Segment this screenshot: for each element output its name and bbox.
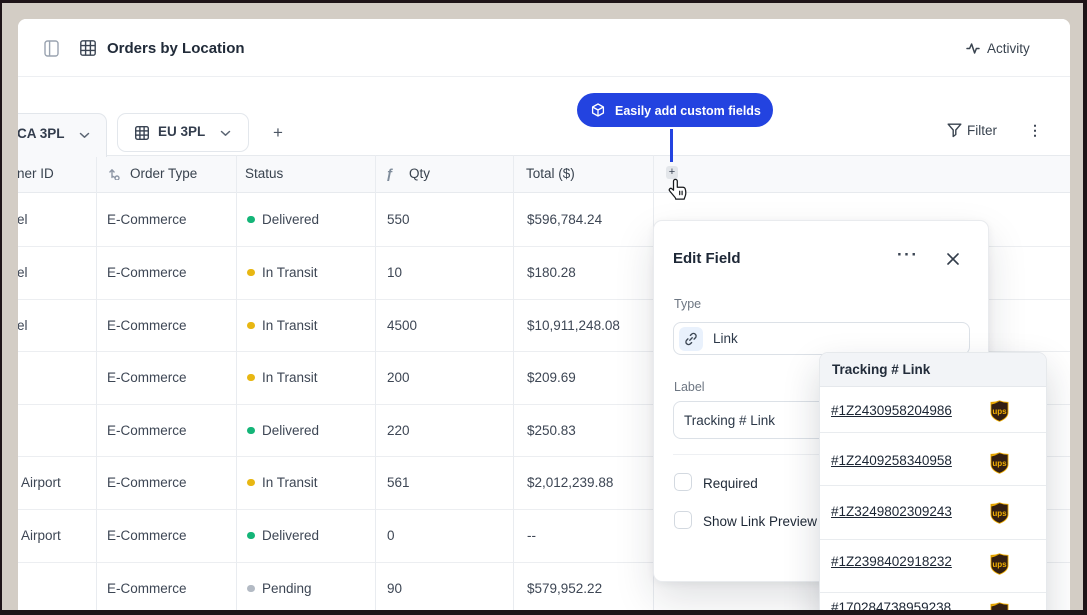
svg-text:ups: ups	[992, 560, 1007, 569]
svg-text:ups: ups	[992, 509, 1007, 518]
svg-text:ups: ups	[992, 407, 1007, 416]
svg-text:ups: ups	[992, 459, 1007, 468]
